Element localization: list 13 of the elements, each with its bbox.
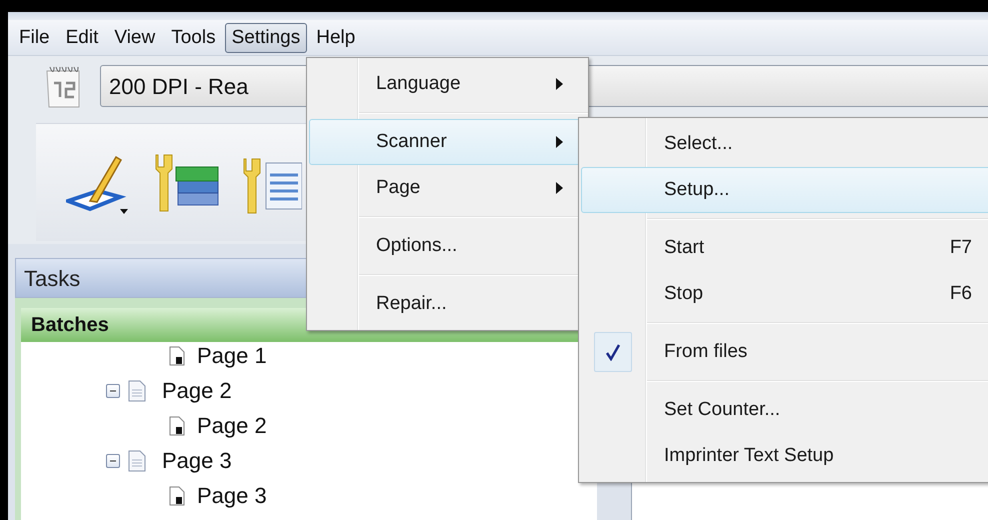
menu-item-label: Select... (663, 132, 733, 156)
shortcut-label: F7 (950, 236, 973, 260)
shortcut-label: F6 (950, 282, 973, 306)
menu-item-label: Imprinter Text Setup (663, 444, 834, 468)
menu-item-label: Start (663, 236, 704, 260)
menu-item-label: Page (375, 176, 420, 200)
menu-item-label: Options... (375, 234, 458, 258)
menu-item-label: Stop (663, 282, 704, 306)
menu-item-label: Setup... (663, 178, 730, 202)
menu-item-label: Set Counter... (663, 398, 780, 422)
menu-item-label: Language (375, 72, 461, 96)
menu-item-label: Scanner (375, 130, 447, 154)
menu-item-label: From files (663, 340, 748, 364)
